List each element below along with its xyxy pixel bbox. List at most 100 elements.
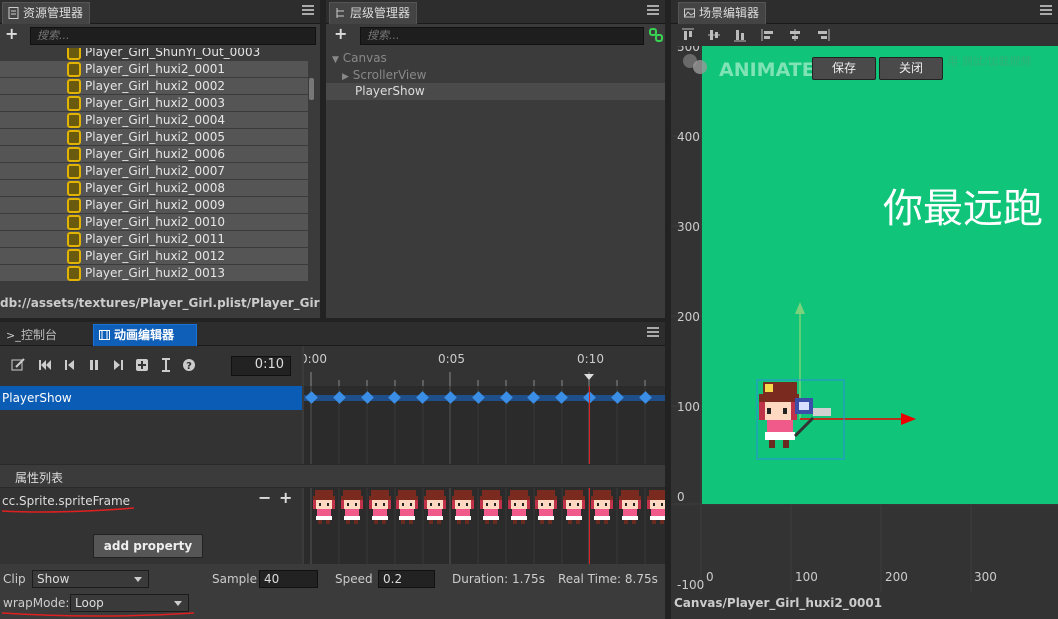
timeline-ruler[interactable]: 0:00 0:05 0:10: [304, 346, 665, 386]
add-property-icon[interactable]: +: [279, 488, 292, 507]
add-icon[interactable]: +: [334, 26, 347, 42]
sprite-frame-thumb[interactable]: [340, 490, 364, 524]
tree-node-playershow[interactable]: PlayerShow: [326, 83, 665, 100]
player-sprite[interactable]: [755, 380, 845, 460]
sprite-frame-thumb[interactable]: [423, 490, 447, 524]
menu-icon[interactable]: [1040, 5, 1052, 17]
tab-hierarchy[interactable]: 层级管理器: [329, 2, 418, 24]
sprite-frame-thumb[interactable]: [618, 490, 642, 524]
sprite-frame-thumb[interactable]: [312, 490, 336, 524]
asset-item[interactable]: Player_Girl_huxi2_0006: [0, 146, 308, 163]
link-icon[interactable]: [649, 28, 663, 42]
menu-icon[interactable]: [302, 5, 314, 17]
sprite-frame-thumb[interactable]: [395, 490, 419, 524]
timeline-ticks: [310, 372, 646, 386]
asset-item-label: Player_Girl_huxi2_0005: [85, 130, 226, 144]
asset-item[interactable]: Player_Girl_huxi2_0011: [0, 231, 308, 248]
asset-item[interactable]: Player_Girl_huxi2_0004: [0, 112, 308, 129]
skip-start-icon[interactable]: [38, 358, 52, 372]
next-frame-icon[interactable]: [111, 358, 125, 372]
align-vcenter-icon[interactable]: [707, 28, 721, 42]
tab-console[interactable]: >_ 控制台: [0, 324, 64, 346]
wrapmode-underline: [1, 612, 195, 617]
asset-item[interactable]: Player_Girl_huxi2_0008: [0, 180, 308, 197]
image-icon: [684, 8, 695, 18]
node-track-label[interactable]: PlayerShow: [0, 386, 302, 410]
property-underline: [1, 507, 135, 513]
remove-property-icon[interactable]: −: [258, 488, 271, 507]
asset-item[interactable]: Player_Girl_huxi2_0010: [0, 214, 308, 231]
props-header: 属性列表: [0, 464, 665, 488]
sprite-frame-thumb[interactable]: [479, 490, 503, 524]
animation-tabbar: >_ 控制台 动画编辑器: [0, 322, 665, 346]
pause-icon[interactable]: [87, 358, 101, 372]
sprite-frame-thumb[interactable]: [368, 490, 392, 524]
asset-item[interactable]: Player_Girl_ShunYi_Out_0003: [0, 48, 308, 61]
asset-item[interactable]: Player_Girl_huxi2_0012: [0, 248, 308, 265]
sprite-frame-icon: [67, 215, 81, 230]
animation-panel: >_ 控制台 动画编辑器 ? 0:10 0:00 0:05 0:10: [0, 322, 665, 619]
sprite-frame-thumb[interactable]: [507, 490, 531, 524]
assets-scrollbar[interactable]: [309, 78, 314, 100]
realtime-text: Real Time: 8.75s: [558, 572, 658, 586]
asset-item[interactable]: Player_Girl_huxi2_0013: [0, 265, 308, 282]
align-bottom-icon[interactable]: [733, 28, 747, 42]
add-property-button[interactable]: add property: [93, 534, 203, 558]
ruler-y-tick: 100: [677, 400, 700, 414]
menu-icon[interactable]: [647, 5, 659, 17]
playhead-line[interactable]: [589, 488, 590, 564]
asset-item[interactable]: Player_Girl_huxi2_0009: [0, 197, 308, 214]
add-keyframe-icon[interactable]: [135, 358, 149, 372]
asset-item[interactable]: Player_Girl_huxi2_0005: [0, 129, 308, 146]
sample-input[interactable]: 40: [259, 570, 318, 588]
sprite-frame-icon: [67, 232, 81, 247]
ruler-tick-top: 500: [677, 46, 700, 54]
props-track-area[interactable]: [304, 488, 665, 564]
edit-icon[interactable]: [11, 358, 25, 372]
timeline-keyframes-area[interactable]: [304, 386, 665, 464]
sprite-frame-icon: [67, 48, 81, 60]
playhead-line[interactable]: [589, 386, 590, 464]
tab-assets[interactable]: 资源管理器: [2, 2, 91, 24]
add-event-icon[interactable]: [159, 358, 173, 372]
tab-scene[interactable]: 场景编辑器: [678, 2, 767, 24]
menu-icon[interactable]: [647, 327, 659, 339]
tree-node-label: Canvas: [342, 51, 387, 65]
collapse-arrow-icon: ▶: [342, 72, 349, 82]
align-toolbar: [671, 25, 1058, 45]
hierarchy-search-input[interactable]: 搜索...: [360, 27, 644, 45]
tree-node-scrollerview[interactable]: ▶ ScrollerView: [342, 67, 426, 84]
speed-input[interactable]: 0.2: [378, 570, 435, 588]
film-icon: [99, 330, 110, 340]
tab-animation-editor[interactable]: 动画编辑器: [93, 324, 197, 346]
hierarchy-panel: 层级管理器 + 搜索... ▼ Canvas ▶ ScrollerView Pl…: [326, 0, 665, 318]
asset-item-label: Player_Girl_huxi2_0004: [85, 113, 226, 127]
align-top-icon[interactable]: [681, 28, 695, 42]
assets-search-input[interactable]: 搜索...: [30, 27, 316, 45]
align-right-icon[interactable]: [816, 28, 830, 42]
clip-select[interactable]: Show: [32, 570, 149, 588]
align-left-icon[interactable]: [761, 28, 775, 42]
asset-item[interactable]: Player_Girl_huxi2_0002: [0, 78, 308, 95]
asset-item-label: Player_Girl_huxi2_0010: [85, 215, 226, 229]
asset-item[interactable]: Player_Girl_huxi2_0003: [0, 95, 308, 112]
ruler-y-tick: 0: [677, 490, 685, 504]
asset-item[interactable]: Player_Girl_huxi2_0001: [0, 61, 308, 78]
scene-viewport[interactable]: 500 400 300 200 100 0 -100 0 100 200 300…: [671, 46, 1058, 592]
save-button[interactable]: 保存: [812, 57, 876, 80]
sprite-frame-thumb[interactable]: [590, 490, 614, 524]
sprite-frame-thumb[interactable]: [646, 490, 665, 524]
sprite-frame-thumb[interactable]: [534, 490, 558, 524]
console-icon: >_: [6, 329, 21, 342]
asset-item[interactable]: Player_Girl_huxi2_0007: [0, 163, 308, 180]
tab-scene-label: 场景编辑器: [699, 6, 760, 20]
add-icon[interactable]: +: [5, 26, 19, 42]
close-button[interactable]: 关闭: [879, 57, 943, 80]
time-input[interactable]: 0:10: [231, 356, 291, 376]
sprite-frame-thumb[interactable]: [451, 490, 475, 524]
align-hcenter-icon[interactable]: [788, 28, 802, 42]
help-icon[interactable]: ?: [182, 358, 196, 372]
prev-frame-icon[interactable]: [63, 358, 77, 372]
sprite-frame-thumb[interactable]: [562, 490, 586, 524]
tree-node-canvas[interactable]: ▼ Canvas: [332, 50, 387, 67]
